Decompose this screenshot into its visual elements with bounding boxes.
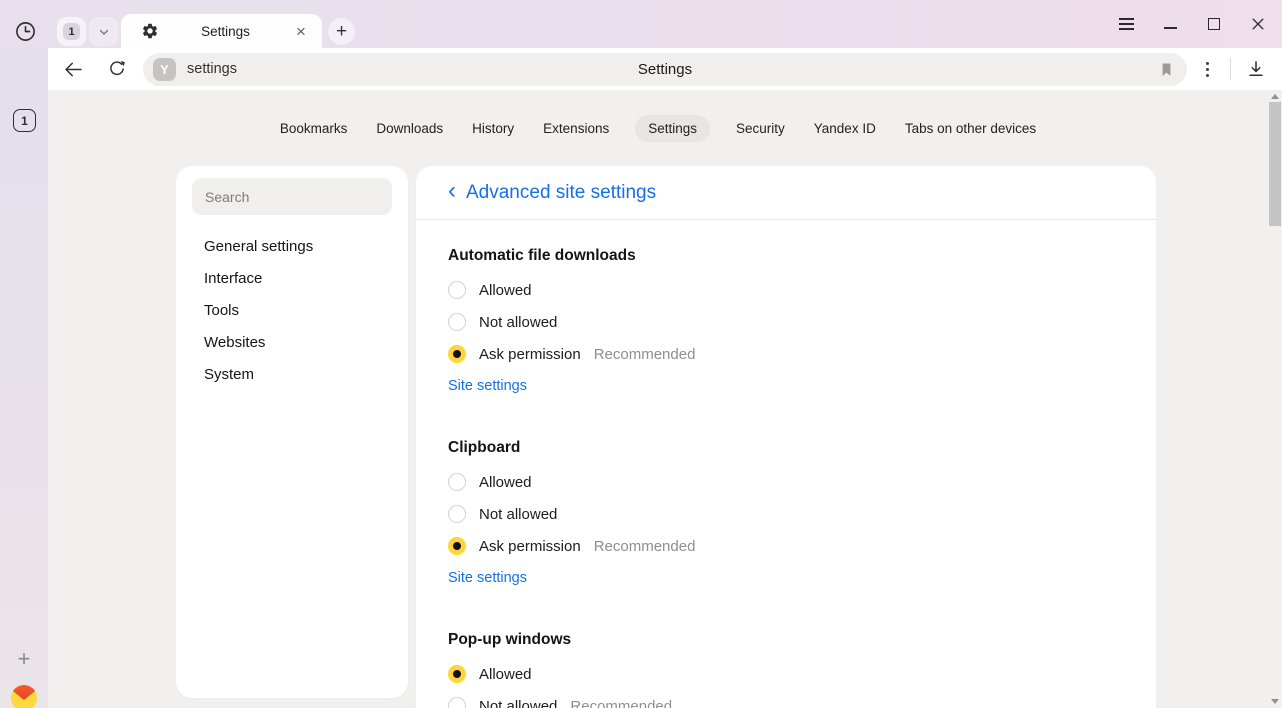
nav-tab-downloads[interactable]: Downloads — [373, 115, 446, 142]
address-bar[interactable]: Y settings Settings — [143, 53, 1187, 86]
nav-tab-settings[interactable]: Settings — [635, 115, 710, 142]
nav-tab-yandex-id[interactable]: Yandex ID — [811, 115, 879, 142]
recommended-note: Recommended — [594, 538, 696, 555]
rail-add-button[interactable]: + — [12, 647, 36, 671]
back-arrow-icon — [63, 59, 84, 80]
browser-menu-button[interactable] — [1112, 10, 1140, 38]
nav-tab-bookmarks[interactable]: Bookmarks — [277, 115, 351, 142]
clock-icon — [14, 20, 37, 43]
window-close-button[interactable] — [1244, 10, 1272, 38]
sidebar-item-interface[interactable]: Interface — [176, 262, 408, 294]
nav-tab-security[interactable]: Security — [733, 115, 788, 142]
radio-option-not-allowed[interactable]: Not allowed — [448, 306, 1124, 338]
scroll-up-icon[interactable] — [1271, 94, 1279, 99]
section-title: Automatic file downloads — [448, 246, 1124, 266]
browser-tab-settings[interactable]: Settings × — [121, 14, 322, 48]
radio-option-allowed[interactable]: Allowed — [448, 466, 1124, 498]
page-scrollbar[interactable] — [1268, 90, 1282, 708]
address-bar-page-title: Settings — [143, 61, 1187, 78]
settings-sidebar: General settings Interface Tools Website… — [176, 166, 408, 698]
mail-icon[interactable] — [11, 685, 37, 708]
section-clipboard: Clipboard Allowed Not allowed Ask per — [448, 438, 1124, 588]
back-to-settings-link[interactable]: ‹ Advanced site settings — [416, 166, 1156, 220]
scroll-down-icon[interactable] — [1271, 699, 1279, 704]
radio-option-not-allowed[interactable]: Not allowed Recommended — [448, 690, 1124, 708]
sidebar-item-general-settings[interactable]: General settings — [176, 230, 408, 262]
bookmark-button[interactable] — [1155, 58, 1177, 80]
section-title: Pop-up windows — [448, 630, 1124, 650]
sidebar-item-websites[interactable]: Websites — [176, 326, 408, 358]
maximize-button[interactable] — [1200, 10, 1228, 38]
radio-option-not-allowed[interactable]: Not allowed — [448, 498, 1124, 530]
tab-counter-badge: 1 — [63, 23, 80, 40]
toolbar-divider — [1230, 58, 1231, 80]
minimize-button[interactable] — [1156, 10, 1184, 38]
url-text: settings — [187, 61, 237, 77]
page-title: Advanced site settings — [466, 182, 656, 204]
site-settings-link[interactable]: Site settings — [448, 376, 527, 396]
tab-list-dropdown-button[interactable] — [89, 17, 118, 46]
recommended-note: Recommended — [570, 698, 672, 708]
radio-unselected-icon[interactable] — [448, 505, 466, 523]
rail-tab-count-button[interactable]: 1 — [13, 109, 36, 132]
download-icon — [1246, 59, 1266, 79]
back-chevron-icon: ‹ — [448, 179, 456, 203]
radio-option-ask-permission[interactable]: Ask permission Recommended — [448, 530, 1124, 562]
history-clock-button[interactable] — [13, 19, 37, 43]
reload-button[interactable] — [102, 54, 132, 84]
minimize-icon — [1164, 27, 1177, 29]
radio-unselected-icon[interactable] — [448, 697, 466, 708]
nav-tab-other-devices[interactable]: Tabs on other devices — [902, 115, 1039, 142]
extensions-menu-button[interactable] — [1195, 56, 1219, 82]
section-popup-windows: Pop-up windows Allowed Not allowed Recom… — [448, 630, 1124, 708]
search-input[interactable] — [192, 178, 392, 215]
sidebar-item-tools[interactable]: Tools — [176, 294, 408, 326]
gear-icon — [141, 22, 159, 40]
radio-unselected-icon[interactable] — [448, 313, 466, 331]
recommended-note: Recommended — [594, 346, 696, 363]
new-tab-button[interactable]: + — [328, 18, 355, 45]
downloads-button[interactable] — [1242, 55, 1270, 83]
window-controls — [1112, 0, 1272, 48]
chevron-down-icon — [97, 25, 111, 39]
close-tab-button[interactable]: × — [292, 22, 310, 40]
scrollbar-thumb[interactable] — [1269, 102, 1281, 226]
radio-unselected-icon[interactable] — [448, 473, 466, 491]
nav-tab-extensions[interactable]: Extensions — [540, 115, 612, 142]
sidebar-list: General settings Interface Tools Website… — [176, 215, 408, 390]
site-settings-link[interactable]: Site settings — [448, 568, 527, 588]
menu-icon — [1119, 18, 1134, 30]
browser-toolbar: Y settings Settings — [48, 48, 1282, 90]
radio-option-ask-permission[interactable]: Ask permission Recommended — [448, 338, 1124, 370]
radio-selected-icon[interactable] — [448, 665, 466, 683]
settings-sections: Automatic file downloads Allowed Not all… — [416, 220, 1156, 708]
radio-option-allowed[interactable]: Allowed — [448, 274, 1124, 306]
tab-bar: 1 Settings × + — [0, 0, 1282, 48]
radio-option-allowed[interactable]: Allowed — [448, 658, 1124, 690]
section-title: Clipboard — [448, 438, 1124, 458]
settings-nav-tabs: Bookmarks Downloads History Extensions S… — [48, 115, 1268, 142]
tab-title: Settings — [159, 24, 292, 39]
bookmark-icon — [1158, 61, 1175, 78]
window-close-icon — [1250, 16, 1266, 32]
side-rail: 1 + — [0, 48, 48, 708]
browser-window: 1 Settings × + — [0, 0, 1282, 708]
yandex-favicon: Y — [153, 58, 176, 81]
section-automatic-file-downloads: Automatic file downloads Allowed Not all… — [448, 246, 1124, 396]
radio-selected-icon[interactable] — [448, 345, 466, 363]
nav-tab-history[interactable]: History — [469, 115, 517, 142]
sidebar-item-system[interactable]: System — [176, 358, 408, 390]
tab-counter-button[interactable]: 1 — [57, 17, 86, 46]
reload-icon — [107, 59, 127, 79]
radio-selected-icon[interactable] — [448, 537, 466, 555]
settings-page: Bookmarks Downloads History Extensions S… — [48, 90, 1282, 708]
maximize-icon — [1208, 18, 1220, 30]
radio-unselected-icon[interactable] — [448, 281, 466, 299]
back-button[interactable] — [58, 54, 88, 84]
settings-main-panel: ‹ Advanced site settings Automatic file … — [416, 166, 1156, 708]
